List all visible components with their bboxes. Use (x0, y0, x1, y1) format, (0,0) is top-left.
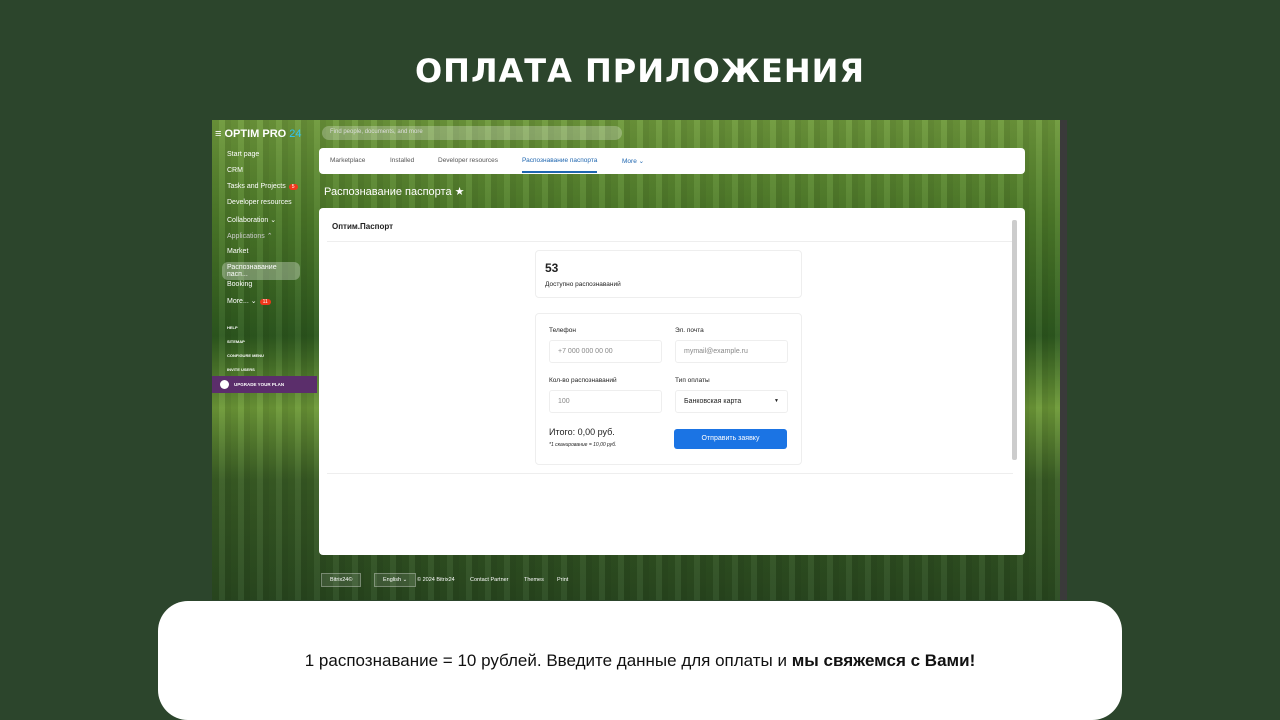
sitemap-link[interactable]: SITEMAP (227, 339, 245, 344)
sidebar-item-dev[interactable]: Developer resources (227, 199, 292, 206)
sidebar-item-market[interactable]: Market (227, 248, 248, 255)
caret-down-icon: ▼ (774, 398, 779, 404)
sidebar-item-crm[interactable]: CRM (227, 167, 243, 174)
language-select[interactable]: English ⌄ (374, 573, 417, 587)
copyright: © 2024 Bitrix24 (417, 577, 455, 583)
qty-label: Кол-во распознаваний (549, 377, 617, 384)
app-card: Оптим.Паспорт 53 Доступно распознаваний … (319, 208, 1025, 555)
price-note: *1 сканирование = 10,00 руб. (549, 442, 617, 448)
badge: 5 (288, 184, 298, 190)
sidebar-item-booking[interactable]: Booking (227, 281, 252, 288)
phone-input[interactable]: +7 000 000 00 00 (549, 340, 662, 363)
card-title: Оптим.Паспорт (332, 222, 394, 231)
tabs-bar: Marketplace Installed Developer resource… (319, 148, 1025, 174)
pay-select[interactable]: Банковская карта ▼ (675, 390, 788, 413)
sidebar-item-apps[interactable]: Applications ⌃ (227, 232, 273, 240)
upgrade-button[interactable]: UPGRADE YOUR PLAN (212, 376, 317, 393)
count-box: 53 Доступно распознаваний (535, 250, 802, 298)
pay-label: Тип оплаты (675, 377, 710, 384)
sidebar: ≡ OPTIM PRO 24 Start page CRM Tasks and … (212, 120, 317, 600)
count-value: 53 (545, 261, 559, 275)
divider (327, 473, 1013, 474)
sidebar-item-collab[interactable]: Collaboration ⌄ (227, 216, 276, 224)
bitrix-logo: Bitrix24© (321, 573, 362, 587)
tab-marketplace[interactable]: Marketplace (330, 157, 365, 164)
tab-dev-resources[interactable]: Developer resources (438, 157, 498, 164)
caption: 1 распознавание = 10 рублей. Введите дан… (158, 601, 1122, 720)
invite-users-link[interactable]: INVITE USERS (227, 367, 255, 372)
themes-link[interactable]: Themes (524, 577, 544, 583)
contact-partner-link[interactable]: Contact Partner (470, 577, 509, 583)
tab-passport[interactable]: Распознавание паспорта (522, 157, 598, 173)
tab-installed[interactable]: Installed (390, 157, 414, 164)
configure-menu-link[interactable]: CONFIGURE MENU (227, 353, 264, 358)
divider (327, 241, 1013, 242)
logo: ≡ OPTIM PRO 24 (215, 128, 302, 140)
submit-button[interactable]: Отправить заявку (674, 429, 787, 449)
email-label: Эл. почта (675, 327, 704, 334)
phone-label: Телефон (549, 327, 576, 334)
search-input[interactable]: Find people, documents, and more (322, 126, 622, 140)
help-link[interactable]: HELP (227, 325, 238, 330)
sidebar-item-tasks[interactable]: Tasks and Projects 5 (227, 183, 298, 190)
tab-more[interactable]: More ⌄ (622, 157, 644, 165)
scrollbar[interactable] (1012, 220, 1017, 460)
sidebar-item-start[interactable]: Start page (227, 151, 259, 158)
email-input[interactable]: mymail@example.ru (675, 340, 788, 363)
print-link[interactable]: Print (557, 577, 568, 583)
app-screenshot: ≡ OPTIM PRO 24 Start page CRM Tasks and … (212, 120, 1060, 600)
badge: 11 (259, 299, 271, 305)
total: Итого: 0,00 руб. (549, 427, 615, 437)
crown-icon (220, 380, 229, 389)
count-label: Доступно распознаваний (545, 281, 621, 288)
qty-input[interactable]: 100 (549, 390, 662, 413)
page-title: Распознавание паспорта ★ (324, 186, 465, 198)
page-heading: ОПЛАТА ПРИЛОЖЕНИЯ (414, 52, 866, 90)
sidebar-item-more[interactable]: More... ⌄ 11 (227, 297, 271, 305)
sidebar-item-passport[interactable]: Распознавание пасп... (222, 262, 300, 280)
window-scrollbar (1060, 120, 1067, 600)
